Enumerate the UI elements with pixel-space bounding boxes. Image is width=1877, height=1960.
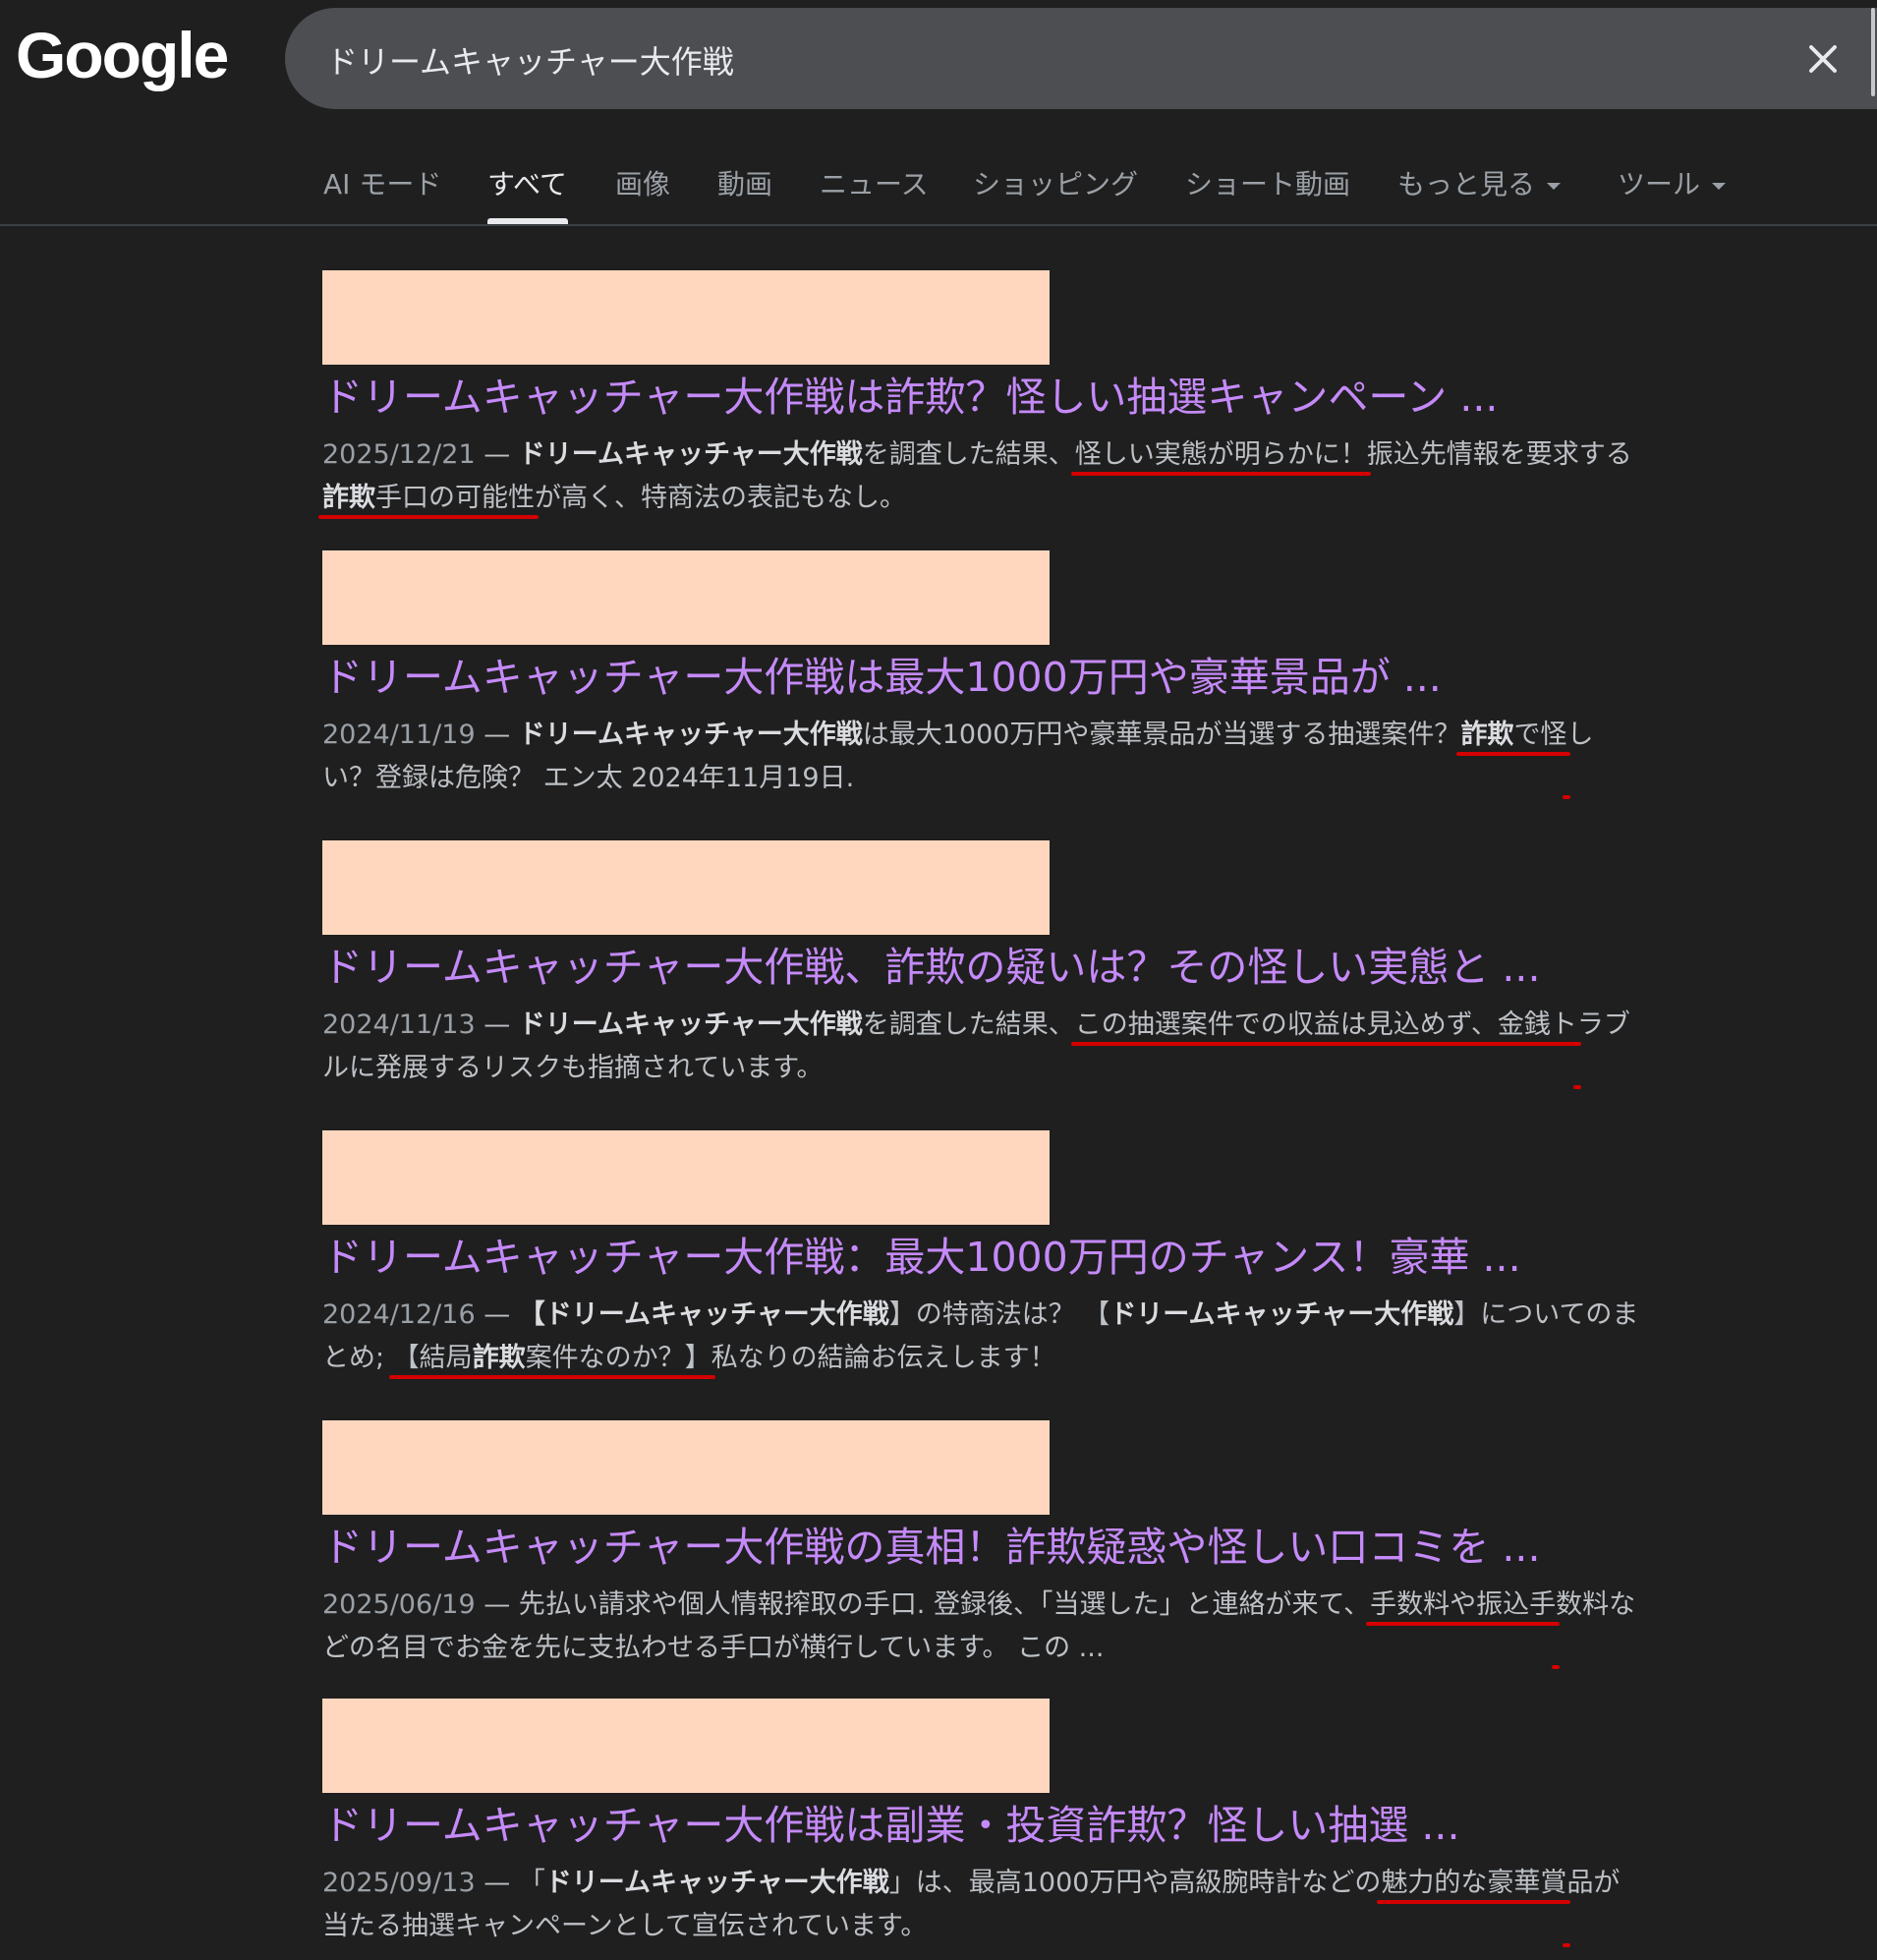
snippet-text: 詐欺 [472, 1343, 526, 1373]
underlined-text: 魅力的な豪華賞 [1381, 1868, 1567, 1898]
result-title-link[interactable]: ドリームキャッチャー大作戦は副業・投資詐欺？怪しい抽選 ... [322, 1799, 1639, 1852]
result-title-link[interactable]: ドリームキャッチャー大作戦は詐欺？怪しい抽選キャンペーン ... [322, 371, 1639, 424]
snippet-text: 案件なのか？】 [525, 1343, 711, 1373]
snippet-text: エン太 2024年11月19日. [535, 763, 855, 793]
snippet-text: 私なりの結論お伝えします！ [711, 1343, 1056, 1373]
result-title-link[interactable]: ドリームキャッチャー大作戦、詐欺の疑いは？その怪しい実態と ... [322, 941, 1639, 994]
tab-all[interactable]: すべて [487, 163, 567, 202]
tab-more-label: もっと見る [1397, 168, 1536, 201]
tab-more[interactable]: もっと見る [1397, 163, 1562, 202]
tab-images[interactable]: 画像 [615, 163, 670, 202]
result-title-link[interactable]: ドリームキャッチャー大作戦は最大1000万円や豪華景品が ... [322, 651, 1639, 704]
result-title-link[interactable]: ドリームキャッチャー大作戦：最大1000万円のチャンス！豪華 ... [322, 1231, 1639, 1284]
snippet-text: は最大1000万円や豪華景品が当選する抽選案件？ [862, 720, 1461, 750]
snippet-text: 】につい [1453, 1299, 1560, 1330]
redacted-site-info [322, 1699, 1050, 1793]
scrollbar[interactable] [1871, 8, 1875, 96]
tab-videos[interactable]: 動画 [717, 163, 772, 202]
snippet-text: ドリームキャッチャー大作戦 [544, 1868, 889, 1898]
result-date: 2024/12/16 [322, 1299, 476, 1330]
snippet-text: ドリームキャッチャー大作戦 [544, 1299, 889, 1330]
snippet-text: を調査した結果、 [862, 439, 1075, 470]
result-date: 2024/11/19 [322, 720, 476, 750]
snippet-text: 】の特商法は？ 【 [888, 1299, 1110, 1330]
search-result: ドリームキャッチャー大作戦は副業・投資詐欺？怪しい抽選 ... 2025/09/… [322, 1699, 1639, 1948]
result-date: 2025/09/13 [322, 1868, 476, 1898]
snippet-text: ドリームキャッチャー大作戦 [518, 1009, 863, 1040]
close-icon [1809, 45, 1837, 73]
result-snippet: 2025/09/13 — 「ドリームキャッチャー大作戦」は、最高1000万円や高… [322, 1868, 1621, 1941]
search-result: ドリームキャッチャー大作戦は最大1000万円や豪華景品が ... 2024/11… [322, 550, 1639, 800]
search-result: ドリームキャッチャー大作戦は詐欺？怪しい抽選キャンペーン ... 2025/12… [322, 270, 1639, 520]
snippet-text: で怪 [1513, 720, 1567, 750]
caret-down-icon [1712, 182, 1727, 190]
redacted-site-info [322, 1130, 1050, 1225]
result-title-link[interactable]: ドリームキャッチャー大作戦の真相！詐欺疑惑や怪しい口コミを ... [322, 1521, 1639, 1574]
tab-tools-label: ツール [1618, 168, 1701, 201]
redacted-site-info [322, 550, 1050, 645]
search-box[interactable]: ドリームキャッチャー大作戦 [285, 8, 1877, 109]
clear-search-button[interactable] [1793, 29, 1852, 88]
result-date: 2025/06/19 [322, 1589, 476, 1620]
snippet-text: 【結局 [392, 1343, 473, 1373]
header-divider [0, 224, 1877, 226]
result-snippet: 2024/12/16 — 【ドリームキャッチャー大作戦】の特商法は？ 【ドリーム… [322, 1299, 1639, 1373]
underlined-text: 【結局詐欺案件なのか？】 [393, 1343, 711, 1373]
tab-short-videos[interactable]: ショート動画 [1185, 163, 1350, 202]
snippet-text: この ... [1008, 1633, 1105, 1663]
underlined-text: この抽選案件での収益は見込めず、金銭ト [1074, 1009, 1577, 1040]
underlined-text: 詐欺手口の可能性 [322, 483, 535, 513]
snippet-text: 詐欺 [322, 483, 375, 513]
snippet-text: ドリームキャッチャー大作戦 [1109, 1299, 1454, 1330]
tab-shopping[interactable]: ショッピング [973, 163, 1138, 202]
search-tabs: AI モード すべて 画像 動画 ニュース ショッピング ショート動画 もっと見… [0, 147, 1877, 225]
result-snippet: 2024/11/19 — ドリームキャッチャー大作戦は最大1000万円や豪華景品… [322, 720, 1594, 793]
snippet-text: 先払い請求や個人情報搾取の手口. 登録後、「当選した」と連絡が来て、 [518, 1589, 1371, 1620]
snippet-text: されています。 [641, 1053, 824, 1083]
redacted-site-info [322, 840, 1050, 935]
search-input[interactable]: ドリームキャッチャー大作戦 [326, 37, 734, 83]
snippet-text: を調査した結果、 [862, 1009, 1075, 1040]
underlined-text: 怪しい実態が明らかに！ [1074, 439, 1367, 470]
snippet-text: ドリームキャッチャー大作戦 [518, 720, 863, 750]
underlined-text: 手数料や振込手 [1370, 1589, 1557, 1620]
google-logo[interactable]: Google [16, 18, 229, 92]
result-date: 2025/12/21 [322, 439, 476, 470]
result-snippet: 2024/11/13 — ドリームキャッチャー大作戦を調査した結果、この抽選案件… [322, 1009, 1630, 1083]
redacted-site-info [322, 1420, 1050, 1515]
snippet-text: が高く、特商法の表記もなし。 [535, 483, 906, 513]
snippet-text: 「 [518, 1868, 545, 1898]
snippet-text: 詐欺 [1460, 720, 1514, 750]
caret-down-icon [1547, 182, 1562, 190]
tab-tools[interactable]: ツール [1618, 163, 1727, 202]
snippet-text: 」は、最高1000万円や高級腕時計などの [888, 1868, 1382, 1898]
snippet-text: 【 [518, 1299, 545, 1330]
result-date: 2024/11/13 [322, 1009, 476, 1040]
tab-ai-mode[interactable]: AI モード [323, 163, 441, 202]
search-result: ドリームキャッチャー大作戦、詐欺の疑いは？その怪しい実態と ... 2024/1… [322, 840, 1639, 1090]
search-result: ドリームキャッチャー大作戦：最大1000万円のチャンス！豪華 ... 2024/… [322, 1130, 1639, 1380]
snippet-text: 振込先情報を要求する [1366, 439, 1632, 470]
tab-news[interactable]: ニュース [820, 163, 929, 202]
redacted-site-info [322, 270, 1050, 365]
underlined-text: 詐欺で怪 [1460, 720, 1566, 750]
result-snippet: 2025/12/21 — ドリームキャッチャー大作戦を調査した結果、怪しい実態が… [322, 439, 1632, 513]
result-snippet: 2025/06/19 — 先払い請求や個人情報搾取の手口. 登録後、「当選した」… [322, 1589, 1636, 1663]
search-result: ドリームキャッチャー大作戦の真相！詐欺疑惑や怪しい口コミを ... 2025/0… [322, 1420, 1639, 1670]
snippet-text: ドリームキャッチャー大作戦 [518, 439, 863, 470]
snippet-text: 手口の可能性 [375, 483, 535, 513]
